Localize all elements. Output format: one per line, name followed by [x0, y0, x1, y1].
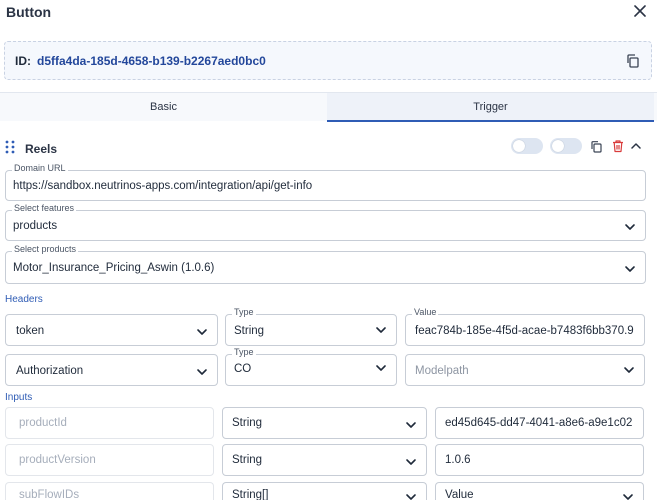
close-icon[interactable] [631, 2, 649, 20]
delete-icon[interactable] [611, 139, 625, 153]
toggle-switch[interactable] [550, 138, 582, 154]
input-type-select[interactable]: String[] [222, 482, 427, 500]
chevron-down-icon [622, 490, 634, 500]
chevron-down-icon [405, 455, 417, 467]
input-name-value: productVersion [19, 454, 96, 466]
duplicate-icon[interactable] [590, 140, 604, 154]
dialog-header: Button [0, 0, 657, 30]
input-type-value: String[] [232, 489, 269, 500]
chevron-down-icon [405, 490, 417, 500]
modelpath-select[interactable]: Modelpath [405, 354, 645, 386]
id-label: ID: [15, 54, 31, 68]
chevron-down-icon [624, 220, 636, 232]
input-type-value: String [232, 454, 263, 466]
chevron-down-icon [623, 363, 635, 375]
section-title: Reels [25, 142, 58, 156]
input-value-field[interactable]: 1.0.6 [435, 444, 644, 476]
domain-url-value: https://sandbox.neutrinos-apps.com/integ… [13, 180, 313, 192]
chevron-up-icon[interactable] [629, 139, 643, 153]
features-label: Select features [12, 203, 77, 213]
modelpath-placeholder: Modelpath [415, 365, 469, 377]
chevron-down-icon [375, 361, 387, 373]
input-name-value: subFlowIDs [19, 489, 80, 500]
header-type-select[interactable]: Type CO [225, 347, 397, 386]
chevron-down-icon [624, 262, 636, 274]
id-box: ID: d5ffa4da-185d-4658-b139-b2267aed0bc0 [4, 41, 652, 80]
header-key-select[interactable]: Authorization [5, 354, 218, 386]
toggle-knob [552, 140, 564, 152]
input-name-field: productId [5, 407, 214, 439]
features-value: products [13, 220, 58, 232]
chevron-down-icon [196, 365, 208, 377]
input-value-text: Value [445, 489, 474, 500]
header-key-value: token [16, 325, 45, 337]
products-select[interactable]: Select products Motor_Insurance_Pricing_… [5, 244, 646, 284]
input-value-text: 1.0.6 [445, 454, 471, 466]
input-value-field[interactable]: ed45d645-dd47-4041-a8e6-a9e1c02 [435, 407, 644, 439]
domain-url-field[interactable]: Domain URL https://sandbox.neutrinos-app… [5, 163, 646, 201]
header-type-select[interactable]: Type String [225, 307, 397, 346]
toggle-knob [513, 140, 525, 152]
header-value-text: feac784b-185e-4f5d-acae-b7483f6bb370.9 [415, 325, 634, 337]
header-value-label: Value [412, 307, 439, 317]
input-name-value: productId [19, 417, 67, 429]
input-name-field: productVersion [5, 444, 214, 476]
header-key-select[interactable]: token [5, 314, 218, 346]
input-value-select[interactable]: Value [435, 482, 644, 500]
section-header: Reels [0, 121, 657, 164]
copy-icon[interactable] [625, 53, 641, 69]
tab-basic[interactable]: Basic [0, 93, 327, 122]
tab-trigger[interactable]: Trigger [327, 93, 654, 122]
inputs-section-label: Inputs [5, 392, 33, 403]
drag-handle-icon[interactable] [5, 140, 15, 154]
input-name-field: subFlowIDs [5, 482, 214, 500]
domain-url-label: Domain URL [12, 163, 68, 173]
header-type-label: Type [232, 307, 256, 317]
input-type-value: String [232, 417, 263, 429]
products-value: Motor_Insurance_Pricing_Aswin (1.0.6) [13, 262, 215, 274]
toggle-switch[interactable] [511, 138, 543, 154]
input-value-text: ed45d645-dd47-4041-a8e6-a9e1c02 [445, 417, 633, 429]
input-type-select[interactable]: String [222, 407, 427, 439]
products-label: Select products [12, 244, 79, 254]
dialog-title: Button [6, 4, 52, 20]
header-type-label: Type [232, 347, 256, 357]
input-type-select[interactable]: String [222, 444, 427, 476]
tab-bar: Basic Trigger [0, 92, 657, 122]
headers-section-label: Headers [5, 294, 43, 305]
header-key-value: Authorization [16, 365, 84, 377]
header-type-value: String [234, 325, 265, 337]
chevron-down-icon [405, 418, 417, 430]
id-value: d5ffa4da-185d-4658-b139-b2267aed0bc0 [37, 54, 266, 68]
features-select[interactable]: Select features products [5, 203, 646, 241]
chevron-down-icon [196, 325, 208, 337]
header-value-field[interactable]: Value feac784b-185e-4f5d-acae-b7483f6bb3… [405, 307, 645, 346]
chevron-down-icon [375, 323, 387, 335]
header-type-value: CO [234, 363, 252, 375]
